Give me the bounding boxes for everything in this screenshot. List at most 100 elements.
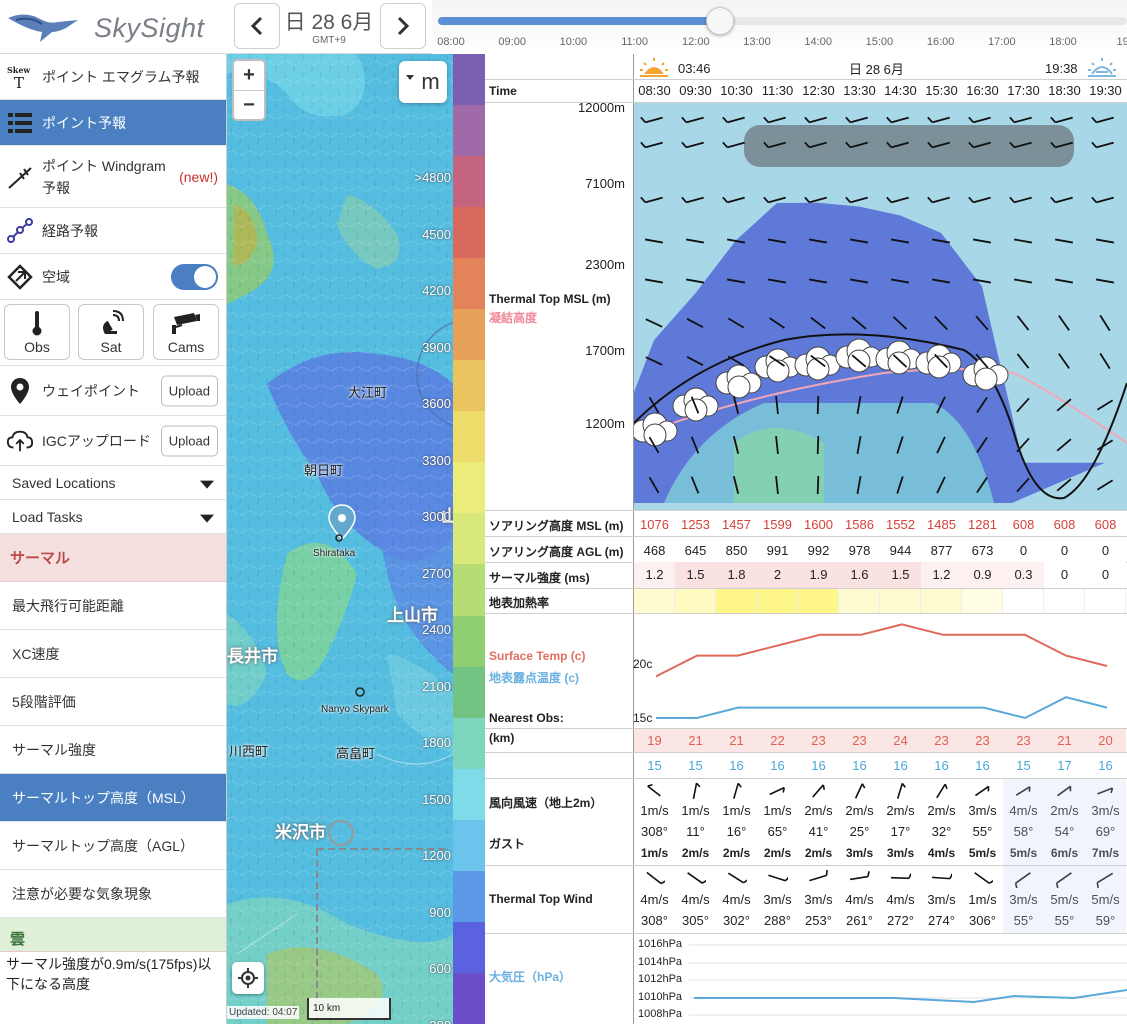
tt-wind-dir-cell: 305°	[682, 913, 709, 928]
saved-locations-dropdown[interactable]: Saved Locations	[0, 466, 226, 500]
time-slider[interactable]: 08:00 09:00 10:00 11:00 12:00 13:00 14:00 15:00…	[432, 0, 1127, 54]
timeline-tick: 19:	[1116, 36, 1127, 48]
thermal-layer-item[interactable]: XC速度	[0, 630, 226, 678]
forecast-time: 09:30	[679, 83, 712, 98]
unit-selector[interactable]: m	[399, 61, 447, 103]
column-shade	[1003, 779, 1044, 933]
thermal-strength-cell: 1.6	[839, 562, 880, 588]
time-slider-track[interactable]	[438, 17, 1127, 25]
pressure-label: 大気圧（hPa）	[489, 970, 572, 984]
timeline-tick: 17:00	[988, 36, 1016, 48]
svg-text:T: T	[14, 74, 24, 91]
tt-wind-dir-cell: 308°	[641, 913, 668, 928]
soar-agl-cell: 992	[807, 543, 830, 558]
thermal-strength-cell: 1.9	[798, 562, 839, 588]
cams-button[interactable]: Cams	[153, 304, 219, 360]
wind-speed-cell: 2m/s	[845, 803, 874, 818]
thermal-layer-item[interactable]: サーマルトップ高度（MSL）	[0, 774, 226, 822]
crosshair-icon	[238, 968, 258, 988]
obs-dewpoint-cell: 16	[1098, 758, 1113, 773]
locate-me-button[interactable]	[232, 962, 264, 994]
tt-wind-speed-cell: 4m/s	[640, 892, 669, 907]
surface-heat-cell	[1085, 589, 1126, 613]
wind-dir-cell: 55°	[972, 824, 993, 839]
forecast-time: 18:30	[1048, 83, 1081, 98]
altitude-label: 1700m	[585, 343, 625, 358]
sunrise-icon	[640, 58, 668, 77]
menu-point-emagram[interactable]: Skew T ポイント エマグラム予報	[0, 54, 226, 100]
gust-cell: 2m/s	[804, 846, 833, 860]
wind-barb-icon	[974, 872, 993, 884]
surface-heat-cell	[839, 589, 880, 613]
map-scale-value: 3600	[422, 396, 451, 411]
menu-label: ポイント予報	[42, 114, 126, 131]
wind-arrow-icon	[896, 782, 906, 799]
menu-waypoints[interactable]: ウェイポイント Upload	[0, 366, 226, 416]
obs-button[interactable]: Obs	[4, 304, 70, 360]
forecast-time: 10:30	[720, 83, 753, 98]
new-badge: (new!)	[179, 168, 218, 185]
thermal-layer-item[interactable]: 5段階評価	[0, 678, 226, 726]
soar-agl-cell: 0	[1060, 543, 1069, 558]
tt-wind-speed-cell: 4m/s	[681, 892, 710, 907]
previous-day-button[interactable]	[234, 3, 280, 49]
zoom-in-button[interactable]: +	[234, 61, 264, 90]
soar-msl-cell: 1599	[763, 517, 792, 532]
obs-temp-cell: 21	[675, 729, 716, 752]
map-scale-value: 4500	[422, 226, 451, 242]
time-slider-thumb[interactable]	[706, 7, 735, 35]
forecast-time: 17:30	[1007, 83, 1040, 98]
obs-temp-cell: 23	[921, 729, 962, 752]
surface-heat-cell	[757, 589, 798, 613]
camera-icon	[172, 313, 200, 334]
timeline-tick: 08:00	[437, 36, 465, 48]
thermal-layer-item[interactable]: 注意が必要な気象現象	[0, 870, 226, 918]
tt-wind-speed-cell: 4m/s	[886, 892, 915, 907]
row-divider	[485, 752, 1127, 753]
forecast-time: 16:30	[966, 83, 999, 98]
thermal-layer-item[interactable]: サーマル強度	[0, 726, 226, 774]
thermal-layer-item[interactable]: サーマルトップ高度（AGL）	[0, 822, 226, 870]
soar-agl-cell: 944	[889, 543, 912, 558]
sat-button[interactable]: Sat	[78, 304, 144, 360]
timeline-tick: 16:00	[926, 36, 955, 48]
menu-igc-upload[interactable]: IGCアップロード Upload	[0, 416, 226, 466]
wind-barb-icon	[890, 873, 911, 880]
thermal-layer-item[interactable]: 最大飛行可能距離	[0, 582, 226, 630]
soar-msl-cell: 608	[1094, 517, 1117, 532]
nearest-obs-label: Nearest Obs:	[489, 711, 564, 725]
waypoint-upload-button[interactable]: Upload	[160, 375, 218, 406]
map-view[interactable]: + − m 大江町 朝日町 Shirataka 上山市 長井市 Nanyo Sk…	[227, 54, 453, 1024]
date-display[interactable]: 日 28 6月 GMT+9	[282, 6, 376, 46]
pressure-line	[694, 989, 1127, 1004]
map-scale-value: 3900	[422, 339, 451, 355]
menu-point-windgram[interactable]: ポイント Windgram 予報 (new!)	[0, 146, 226, 208]
load-tasks-label: Load Tasks	[12, 508, 83, 525]
soar-agl-cell: 645	[684, 543, 707, 558]
map-scale-value: 2400	[422, 622, 451, 637]
igc-upload-button[interactable]: Upload	[160, 425, 218, 456]
thermal-top-label: Thermal Top MSL (m)	[489, 292, 611, 306]
airspace-toggle[interactable]	[171, 263, 218, 290]
wind-barb-icon	[931, 873, 952, 880]
gust-cell: 5m/s	[968, 846, 997, 860]
zoom-out-button[interactable]: −	[234, 90, 264, 119]
load-tasks-dropdown[interactable]: Load Tasks	[0, 500, 226, 534]
menu-route-forecast[interactable]: 経路予報	[0, 208, 226, 254]
forecast-date: 日 28 6月	[849, 62, 904, 77]
next-day-button[interactable]	[380, 3, 426, 49]
wind-barb-icon	[816, 435, 820, 455]
unit-label: m	[421, 69, 440, 94]
tt-wind-dir-cell: 306°	[969, 913, 996, 928]
obs-temp-cell: 23	[962, 729, 1003, 752]
soar-agl-cell: 991	[766, 543, 789, 558]
forecast-time: 19:30	[1089, 83, 1122, 98]
thermal-strength-cell: 2	[757, 562, 798, 588]
obs-dewpoint-cell: 16	[852, 758, 867, 773]
menu-point-forecast[interactable]: ポイント予報	[0, 100, 226, 146]
thermal-strength-cell: 1.5	[880, 562, 921, 588]
wind-barb-icon	[768, 874, 788, 882]
logo[interactable]: SkySight	[6, 6, 226, 48]
map-scale-value: 1800	[422, 735, 451, 750]
menu-airspace[interactable]: 空域	[0, 254, 226, 300]
